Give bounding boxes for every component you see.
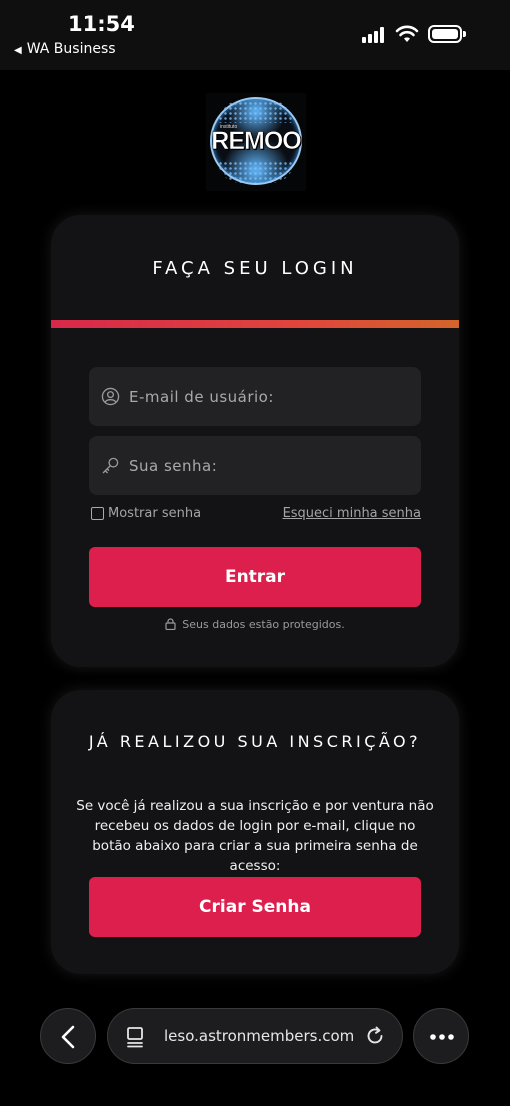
show-password-toggle[interactable]: Mostrar senha — [91, 506, 201, 521]
security-note: Seus dados estão protegidos. — [51, 618, 459, 631]
ellipsis-icon — [430, 1034, 454, 1040]
signup-description: Se você já realizou a sua inscrição e po… — [76, 798, 434, 874]
show-password-label: Mostrar senha — [108, 506, 202, 521]
accent-divider — [51, 320, 459, 328]
signup-card: JÁ REALIZOU SUA INSCRIÇÃO? Se você já re… — [51, 690, 459, 974]
more-options-button[interactable] — [413, 1008, 469, 1064]
security-note-text: Seus dados estão protegidos. — [182, 618, 345, 631]
login-title: FAÇA SEU LOGIN — [152, 258, 358, 279]
password-field[interactable] — [89, 436, 421, 495]
email-field[interactable] — [89, 367, 421, 426]
status-time: 11:54 — [68, 12, 135, 36]
wifi-icon — [395, 25, 419, 42]
create-password-button[interactable]: Criar Senha — [89, 877, 421, 937]
reload-icon[interactable] — [364, 1025, 386, 1047]
lock-icon — [165, 618, 176, 631]
user-icon — [101, 387, 120, 406]
tabs-icon[interactable] — [126, 1026, 146, 1048]
show-password-checkbox[interactable] — [91, 507, 104, 520]
password-input[interactable] — [129, 436, 409, 495]
login-card: FAÇA SEU LOGIN Mostrar senha Esqueci min… — [51, 215, 459, 667]
login-button[interactable]: Entrar — [89, 547, 421, 607]
brand-logo: instituto REMOO — [206, 93, 306, 191]
cellular-signal-icon — [362, 27, 386, 43]
url-text: leso.astronmembers.com — [164, 1027, 354, 1045]
key-icon — [102, 457, 119, 474]
signup-title: JÁ REALIZOU SUA INSCRIÇÃO? — [88, 732, 422, 751]
email-input[interactable] — [129, 367, 409, 426]
logo-brand-text: REMOO — [211, 127, 302, 156]
browser-back-button[interactable] — [40, 1008, 96, 1064]
forgot-password-link[interactable]: Esqueci minha senha — [283, 506, 421, 521]
browser-toolbar: leso.astronmembers.com — [0, 996, 510, 1106]
status-bar: 11:54 ◀ WA Business — [0, 0, 510, 70]
back-app-label: WA Business — [26, 41, 116, 57]
address-bar[interactable]: leso.astronmembers.com — [107, 1008, 403, 1064]
back-to-app-link[interactable]: ◀ WA Business — [14, 41, 116, 57]
back-triangle-icon: ◀ — [14, 45, 22, 56]
battery-icon — [428, 25, 466, 43]
chevron-left-icon — [61, 1025, 75, 1049]
